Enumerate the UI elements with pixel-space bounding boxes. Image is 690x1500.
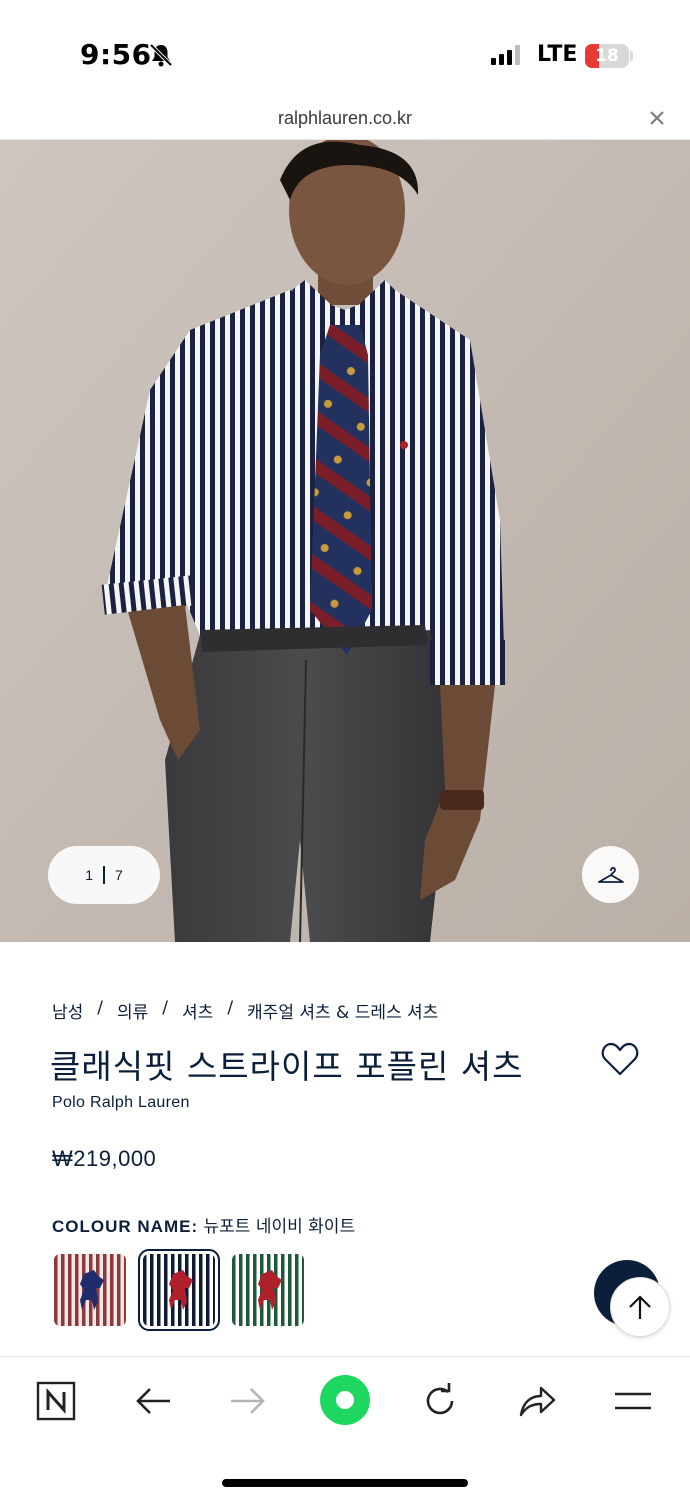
bell-slash-icon — [149, 43, 173, 67]
refresh-icon[interactable] — [418, 1379, 462, 1423]
back-arrow-icon[interactable] — [131, 1379, 175, 1423]
colour-swatches — [54, 1249, 304, 1331]
url-bar[interactable]: ralphlauren.co.kr — [0, 100, 690, 140]
network-label: LTE — [537, 42, 578, 67]
battery-level: 18 — [595, 46, 619, 66]
product-image[interactable]: 1 7 — [0, 140, 690, 942]
colour-swatch-green-white-stripe[interactable] — [232, 1254, 304, 1326]
hanger-icon — [597, 866, 624, 883]
breadcrumb-separator: / — [227, 998, 234, 1018]
breadcrumb: 남성 / 의류 / 셔츠 / 캐주얼 셔츠 & 드레스 셔츠 — [52, 998, 438, 1023]
hanger-button[interactable] — [582, 846, 639, 903]
signal-icon — [491, 45, 520, 65]
battery-icon: 18 — [585, 44, 629, 68]
menu-icon[interactable] — [611, 1379, 655, 1423]
wishlist-heart-icon[interactable] — [601, 1041, 639, 1077]
url-text[interactable]: ralphlauren.co.kr — [0, 108, 690, 129]
pager-current: 1 — [85, 867, 93, 883]
product-title: 클래식핏 스트라이프 포플린 셔츠 — [50, 1047, 524, 1086]
colour-label: COLOUR NAME: — [52, 1217, 199, 1236]
naver-n-icon[interactable] — [34, 1379, 78, 1423]
product-photo — [0, 140, 690, 942]
breadcrumb-item[interactable]: 캐주얼 셔츠 & 드레스 셔츠 — [247, 998, 438, 1023]
home-indicator — [222, 1479, 468, 1487]
browser-toolbar — [0, 1356, 690, 1500]
breadcrumb-item[interactable]: 셔츠 — [182, 998, 213, 1023]
breadcrumb-separator: / — [162, 998, 169, 1018]
pager-total: 7 — [115, 867, 123, 883]
swatch-pattern — [143, 1254, 215, 1326]
status-bar: 9:56 LTE 18 — [0, 0, 690, 100]
swatch-pattern — [54, 1254, 126, 1326]
scroll-to-top-button[interactable] — [610, 1277, 670, 1337]
product-price: ₩219,000 — [52, 1146, 157, 1171]
colour-name-row: COLOUR NAME: 뉴포트 네이비 화이트 — [52, 1212, 355, 1237]
colour-swatch-red-white-stripe[interactable] — [54, 1254, 126, 1326]
arrow-up-icon — [629, 1295, 651, 1319]
breadcrumb-separator: / — [97, 998, 104, 1018]
forward-arrow-icon[interactable] — [226, 1379, 270, 1423]
breadcrumb-item[interactable]: 의류 — [117, 998, 148, 1023]
pager-separator — [103, 866, 105, 884]
status-time: 9:56 — [80, 38, 152, 71]
image-pager[interactable]: 1 7 — [48, 846, 160, 904]
colour-value: 뉴포트 네이비 화이트 — [203, 1217, 356, 1237]
close-icon[interactable] — [645, 106, 669, 130]
breadcrumb-item[interactable]: 남성 — [52, 998, 83, 1023]
swatch-pattern — [232, 1254, 304, 1326]
home-green-icon[interactable] — [318, 1373, 372, 1427]
product-brand: Polo Ralph Lauren — [52, 1094, 190, 1111]
colour-swatch-navy-white-stripe[interactable] — [138, 1249, 220, 1331]
share-icon[interactable] — [515, 1379, 559, 1423]
